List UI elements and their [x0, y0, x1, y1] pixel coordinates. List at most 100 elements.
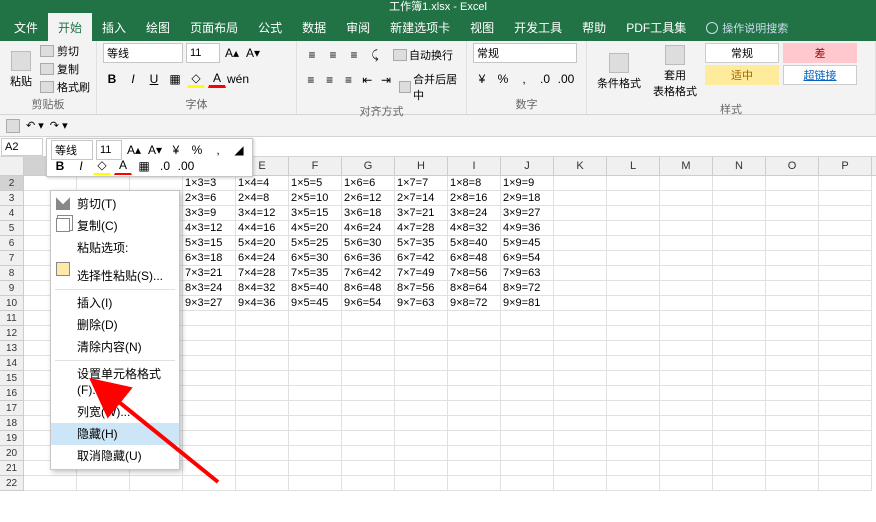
fill-color-button[interactable]: ◇ — [187, 70, 205, 88]
cell[interactable] — [554, 431, 607, 446]
cell[interactable] — [713, 371, 766, 386]
paste-button[interactable]: 粘贴 — [6, 43, 36, 96]
percent-button[interactable]: % — [494, 70, 512, 88]
cell[interactable]: 9×6=54 — [342, 296, 395, 311]
cell[interactable] — [766, 356, 819, 371]
col-header-I[interactable]: I — [448, 157, 501, 175]
cell[interactable] — [660, 311, 713, 326]
cell[interactable]: 4×4=16 — [236, 221, 289, 236]
cell[interactable] — [236, 371, 289, 386]
cell[interactable]: 8×7=56 — [395, 281, 448, 296]
cell[interactable] — [448, 371, 501, 386]
cell[interactable] — [660, 326, 713, 341]
cell[interactable] — [554, 191, 607, 206]
cell[interactable] — [448, 416, 501, 431]
cell[interactable] — [713, 401, 766, 416]
cell[interactable] — [342, 311, 395, 326]
cell[interactable] — [713, 341, 766, 356]
cell[interactable] — [819, 326, 872, 341]
cell[interactable]: 5×3=15 — [183, 236, 236, 251]
cell[interactable] — [554, 476, 607, 491]
font-name-select[interactable] — [103, 43, 183, 63]
cell[interactable] — [607, 236, 660, 251]
tab-view[interactable]: 视图 — [460, 13, 504, 42]
merge-center-button[interactable]: 合并后居中 — [399, 71, 460, 103]
cell[interactable] — [289, 461, 342, 476]
cell[interactable] — [713, 221, 766, 236]
cell[interactable] — [660, 461, 713, 476]
cell[interactable] — [342, 386, 395, 401]
cell[interactable] — [766, 206, 819, 221]
cell[interactable] — [289, 311, 342, 326]
cell[interactable] — [607, 446, 660, 461]
tab-formulas[interactable]: 公式 — [248, 13, 292, 42]
cell[interactable]: 5×7=35 — [395, 236, 448, 251]
cell[interactable] — [819, 251, 872, 266]
cell[interactable]: 8×8=64 — [448, 281, 501, 296]
cell[interactable]: 1×3=3 — [183, 176, 236, 191]
cut-button[interactable]: 剪切 — [40, 43, 90, 59]
mini-fill-color[interactable]: ◇ — [93, 157, 111, 175]
cell[interactable] — [607, 221, 660, 236]
cell[interactable] — [660, 266, 713, 281]
cell[interactable] — [554, 176, 607, 191]
cell[interactable] — [395, 446, 448, 461]
cell[interactable] — [236, 416, 289, 431]
cell[interactable] — [819, 221, 872, 236]
align-right-button[interactable]: ≡ — [341, 71, 357, 89]
ctx-hide[interactable]: 隐藏(H) — [51, 423, 179, 445]
cell[interactable] — [660, 176, 713, 191]
cell[interactable] — [766, 236, 819, 251]
cell[interactable] — [819, 431, 872, 446]
cell[interactable] — [554, 206, 607, 221]
cell[interactable]: 8×4=32 — [236, 281, 289, 296]
tab-insert[interactable]: 插入 — [92, 13, 136, 42]
col-header-O[interactable]: O — [766, 157, 819, 175]
cell[interactable]: 5×4=20 — [236, 236, 289, 251]
cell[interactable]: 4×8=32 — [448, 221, 501, 236]
row-header[interactable]: 17 — [0, 401, 24, 416]
cell[interactable] — [607, 206, 660, 221]
cell[interactable] — [554, 401, 607, 416]
cell[interactable] — [819, 386, 872, 401]
cell[interactable]: 6×5=30 — [289, 251, 342, 266]
cell[interactable] — [660, 401, 713, 416]
cell[interactable] — [342, 341, 395, 356]
cell[interactable] — [342, 476, 395, 491]
cell[interactable] — [448, 401, 501, 416]
cell[interactable] — [289, 416, 342, 431]
cell[interactable] — [183, 461, 236, 476]
cell[interactable] — [713, 476, 766, 491]
cell[interactable]: 4×9=36 — [501, 221, 554, 236]
ctx-paste-special[interactable]: 选择性粘贴(S)... — [51, 265, 179, 287]
col-header-F[interactable]: F — [289, 157, 342, 175]
tab-draw[interactable]: 绘图 — [136, 13, 180, 42]
col-header-H[interactable]: H — [395, 157, 448, 175]
cell[interactable] — [660, 416, 713, 431]
cell[interactable]: 9×3=27 — [183, 296, 236, 311]
mini-inc-dec[interactable]: .0 — [156, 157, 174, 175]
name-box[interactable]: A2 — [1, 138, 43, 156]
cell[interactable]: 3×6=18 — [342, 206, 395, 221]
cell[interactable] — [236, 431, 289, 446]
cell[interactable] — [660, 221, 713, 236]
row-header[interactable]: 19 — [0, 431, 24, 446]
redo-button[interactable]: ↷ ▾ — [50, 119, 68, 132]
cell[interactable] — [183, 476, 236, 491]
col-header-P[interactable]: P — [819, 157, 872, 175]
cell[interactable] — [289, 431, 342, 446]
cell[interactable] — [395, 401, 448, 416]
ctx-cut[interactable]: 剪切(T) — [51, 193, 179, 215]
tab-pdftools[interactable]: PDF工具集 — [616, 13, 696, 42]
col-header-N[interactable]: N — [713, 157, 766, 175]
cell[interactable] — [554, 416, 607, 431]
cell[interactable] — [607, 416, 660, 431]
cell[interactable]: 9×5=45 — [289, 296, 342, 311]
cell[interactable]: 9×8=72 — [448, 296, 501, 311]
ctx-copy[interactable]: 复制(C) — [51, 215, 179, 237]
cell[interactable] — [660, 281, 713, 296]
cell[interactable]: 2×6=12 — [342, 191, 395, 206]
orientation-button[interactable]: ⤹ — [366, 46, 384, 64]
cell[interactable] — [660, 341, 713, 356]
cell[interactable] — [448, 326, 501, 341]
